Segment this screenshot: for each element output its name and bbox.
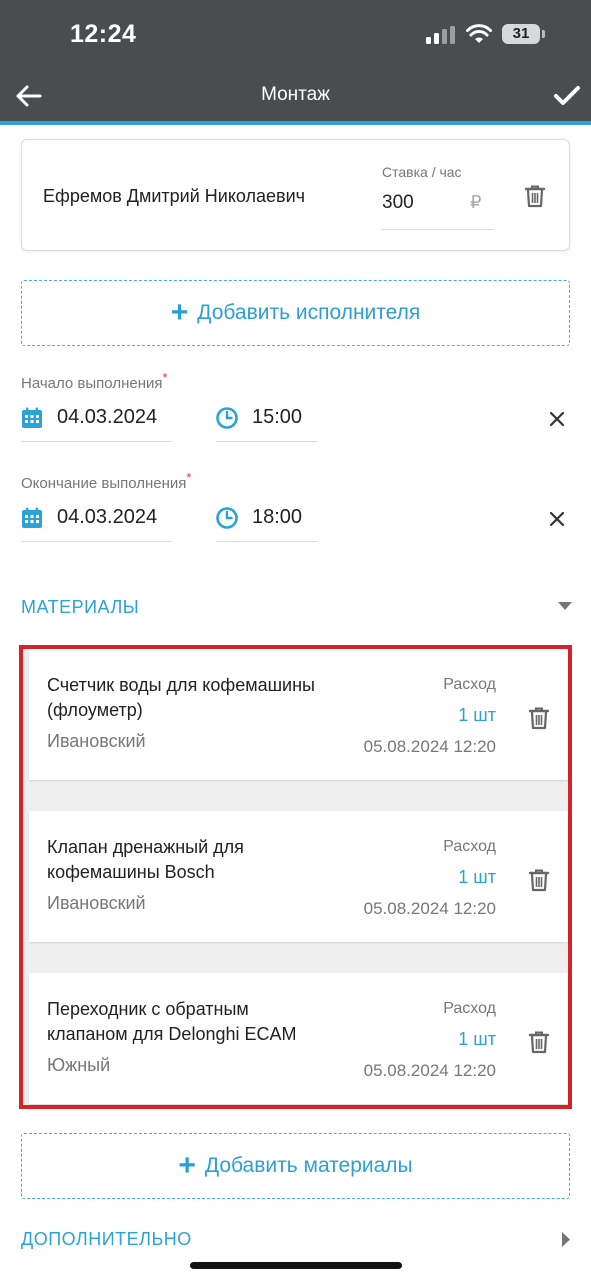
rate-input[interactable]: 300 [382, 192, 414, 214]
additional-section-title[interactable]: ДОПОЛНИТЕЛЬНО [21, 1229, 192, 1250]
add-executor-label: Добавить исполнителя [197, 301, 421, 324]
start-label: Начало выполнения* [21, 370, 168, 392]
end-date-value: 04.03.2024 [57, 506, 158, 528]
material-consumption-label: Расход [443, 838, 496, 855]
material-consumption-label: Расход [443, 1000, 496, 1017]
status-time: 12:24 [70, 20, 137, 48]
add-materials-label: Добавить материалы [204, 1154, 413, 1177]
material-date: 05.08.2024 12:20 [363, 899, 496, 918]
top-bar-accent-line [0, 121, 591, 125]
end-time-value: 18:00 [252, 506, 303, 528]
wifi-icon [466, 24, 492, 43]
material-quantity[interactable]: 1 шт [458, 1029, 496, 1050]
close-icon[interactable] [548, 410, 566, 428]
home-indicator [190, 1262, 402, 1269]
materials-section-title[interactable]: МАТЕРИАЛЫ [21, 597, 139, 618]
currency-symbol: ₽ [470, 192, 482, 212]
close-icon[interactable] [548, 510, 566, 528]
material-date: 05.08.2024 12:20 [363, 1061, 496, 1080]
calendar-icon [22, 507, 42, 528]
add-executor-button[interactable]: + Добавить исполнителя [21, 280, 570, 346]
materials-list: Счетчик воды для кофемашины (флоуметр) И… [19, 645, 572, 1109]
material-store: Южный [47, 1055, 111, 1075]
end-date-field[interactable]: 04.03.2024 [21, 496, 172, 542]
trash-icon[interactable] [528, 706, 550, 730]
material-store: Ивановский [47, 731, 146, 751]
trash-icon[interactable] [524, 184, 546, 208]
material-item[interactable]: Счетчик воды для кофемашины (флоуметр) И… [29, 649, 568, 780]
trash-icon[interactable] [528, 1030, 550, 1054]
executor-card: Ефремов Дмитрий Николаевич Ставка / час … [21, 139, 570, 251]
start-time-field[interactable]: 15:00 [216, 396, 317, 442]
material-store: Ивановский [47, 893, 146, 913]
clock-icon [216, 507, 238, 529]
plus-icon: + [178, 1149, 196, 1182]
signal-icon [426, 26, 456, 44]
material-date: 05.08.2024 12:20 [363, 737, 496, 756]
add-materials-button[interactable]: + Добавить материалы [21, 1133, 570, 1199]
caret-down-icon[interactable] [558, 602, 572, 611]
material-name: Клапан дренажный для кофемашины Bosch [47, 837, 244, 882]
material-name: Переходник с обратным клапаном для Delon… [47, 999, 297, 1044]
battery-icon: 31 [502, 24, 540, 44]
start-date-value: 04.03.2024 [57, 406, 158, 428]
confirm-check-icon[interactable] [552, 82, 582, 110]
rate-input-underline [381, 229, 494, 230]
material-item[interactable]: Клапан дренажный для кофемашины Bosch Ив… [29, 811, 568, 942]
end-label: Окончание выполнения* [21, 470, 192, 492]
executor-name: Ефремов Дмитрий Николаевич [43, 186, 306, 206]
material-consumption-label: Расход [443, 676, 496, 693]
calendar-icon [22, 407, 42, 428]
clock-icon [216, 407, 238, 429]
caret-right-icon[interactable] [562, 1232, 571, 1247]
start-time-value: 15:00 [252, 406, 303, 428]
material-quantity[interactable]: 1 шт [458, 705, 496, 726]
material-quantity[interactable]: 1 шт [458, 867, 496, 888]
battery-level: 31 [512, 25, 530, 42]
rate-label: Ставка / час [382, 164, 462, 180]
material-item[interactable]: Переходник с обратным клапаном для Delon… [29, 973, 568, 1104]
end-time-field[interactable]: 18:00 [216, 496, 317, 542]
battery-tip [542, 30, 545, 38]
page-title: Монтаж [261, 84, 330, 105]
plus-icon: + [170, 296, 189, 329]
start-date-field[interactable]: 04.03.2024 [21, 396, 172, 442]
material-name: Счетчик воды для кофемашины (флоуметр) [47, 675, 315, 720]
trash-icon[interactable] [528, 868, 550, 892]
